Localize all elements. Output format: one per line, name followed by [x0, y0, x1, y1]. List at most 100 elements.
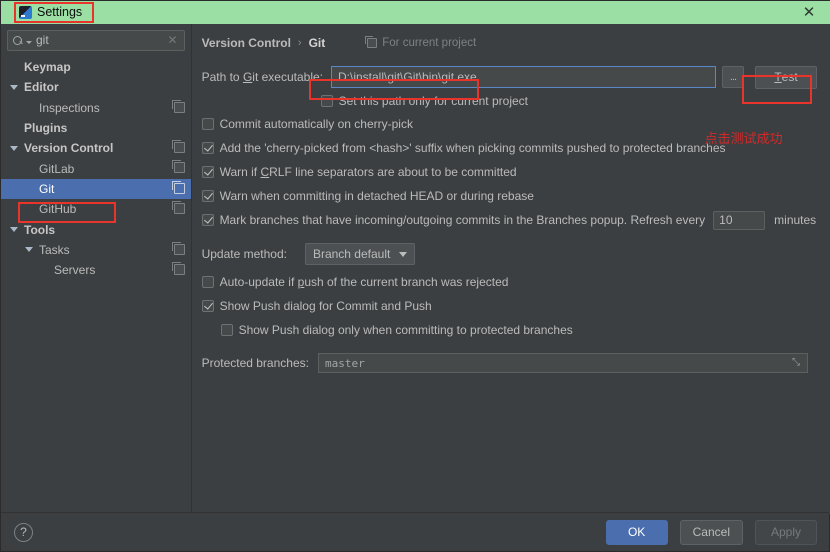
breadcrumb: Version Control › Git For current projec…	[202, 34, 817, 52]
show-push-dialog-checkbox[interactable]	[201, 300, 214, 312]
intellij-app-icon	[19, 5, 32, 19]
protected-branches-row: Protected branches: master ⤡	[202, 352, 817, 374]
refresh-interval-input[interactable]: 10	[713, 210, 766, 230]
show-push-dialog-protected-checkbox[interactable]	[220, 324, 233, 336]
sidebar-item-label: Keymap	[24, 60, 71, 75]
title-bar: Settings ✕	[1, 1, 830, 24]
sidebar-item-label: Inspections	[39, 100, 100, 115]
set-path-only-row: Set this path only for current project	[320, 94, 817, 108]
project-scope-icon	[171, 261, 185, 275]
git-option-label: Warn if CRLF line separators are about t…	[219, 165, 517, 179]
project-scope-icon	[171, 180, 185, 194]
test-button[interactable]: Test	[755, 65, 817, 89]
browse-button[interactable]: ...	[722, 66, 744, 88]
sidebar-item-tools[interactable]: Tools	[1, 219, 191, 239]
breadcrumb-current: Git	[308, 36, 326, 50]
show-push-dialog-row: Show Push dialog for Commit and Push	[201, 298, 817, 314]
git-option-checkbox[interactable]	[201, 118, 214, 130]
breadcrumb-separator: ›	[297, 37, 302, 49]
sidebar-item-tasks[interactable]: Tasks	[1, 240, 191, 260]
cancel-button[interactable]: Cancel	[679, 519, 743, 545]
git-executable-input[interactable]: D:\install\git\Git\bin\git.exe	[331, 66, 716, 88]
sidebar-item-inspections[interactable]: Inspections	[1, 98, 191, 118]
protected-branches-input[interactable]: master ⤡	[317, 353, 808, 373]
sidebar-item-label: Tasks	[39, 242, 70, 257]
git-option-checkbox[interactable]	[201, 166, 214, 178]
for-current-project: For current project	[365, 36, 477, 49]
sidebar-item-label: GitHub	[39, 202, 77, 217]
git-option-label: Warn when committing in detached HEAD or…	[219, 189, 534, 203]
settings-tree: Keymap Editor Inspections Plugins Version Co…	[1, 57, 191, 280]
sidebar-item-editor[interactable]: Editor	[1, 77, 191, 97]
auto-update-label: Auto-update if push of the current branc…	[219, 275, 509, 289]
project-scope-icon	[171, 160, 185, 174]
sidebar-item-label: Plugins	[24, 121, 68, 136]
chevron-down-icon	[398, 251, 407, 257]
sidebar-item-label: Editor	[24, 80, 59, 95]
git-option-label: Add the 'cherry-picked from <hash>' suff…	[219, 141, 726, 155]
sidebar-item-label: Servers	[54, 263, 96, 278]
title-highlight-box: Settings	[14, 2, 95, 23]
mark-branches-label: Mark branches that have incoming/outgoin…	[219, 213, 706, 227]
sidebar-item-version-control[interactable]: Version Control	[1, 138, 191, 158]
mark-branches-row: Mark branches that have incoming/outgoin…	[201, 210, 817, 230]
set-path-only-label: Set this path only for current project	[338, 94, 528, 108]
help-button[interactable]: ?	[14, 522, 33, 542]
auto-update-checkbox[interactable]	[201, 276, 214, 288]
path-to-git-label: Path to Git executable:	[201, 70, 323, 84]
window-title: Settings	[37, 5, 83, 19]
breadcrumb-parent[interactable]: Version Control	[202, 36, 291, 50]
mark-branches-checkbox[interactable]	[201, 214, 214, 226]
protected-branches-value: master	[324, 356, 365, 370]
git-option-row: Warn when committing in detached HEAD or…	[201, 188, 817, 204]
settings-dialog: Settings ✕ git ✕ Keymap Editor Inspections…	[0, 0, 830, 552]
dialog-footer: ? OK Cancel Apply	[1, 512, 829, 551]
git-executable-row: Path to Git executable: D:\install\git\G…	[202, 65, 817, 89]
git-option-checkbox[interactable]	[201, 190, 214, 202]
show-push-dialog-protected-label: Show Push dialog only when committing to…	[238, 323, 573, 337]
sidebar-item-git[interactable]: Git	[1, 178, 191, 200]
sidebar-item-label: Tools	[24, 222, 56, 237]
apply-button[interactable]: Apply	[755, 519, 817, 545]
git-option-row: Warn if CRLF line separators are about t…	[201, 164, 817, 180]
search-input[interactable]: git ✕	[7, 30, 185, 51]
for-current-project-label: For current project	[382, 37, 477, 49]
sidebar-item-plugins[interactable]: Plugins	[1, 118, 191, 138]
git-executable-value: D:\install\git\Git\bin\git.exe	[338, 70, 477, 84]
sidebar-item-label: GitLab	[39, 161, 75, 176]
sidebar-item-label: Version Control	[24, 141, 114, 156]
set-path-only-checkbox[interactable]	[320, 95, 333, 107]
protected-branches-label: Protected branches:	[201, 356, 309, 370]
sidebar-item-gitlab[interactable]: GitLab	[1, 158, 191, 178]
project-scope-icon	[171, 241, 185, 255]
chevron-down-icon[interactable]	[10, 227, 18, 233]
git-option-label: Commit automatically on cherry-pick	[219, 117, 413, 131]
auto-update-row: Auto-update if push of the current branc…	[201, 274, 817, 290]
project-scope-icon	[171, 201, 185, 215]
update-method-select[interactable]: Branch default	[304, 243, 415, 265]
git-option-checkbox[interactable]	[201, 142, 214, 154]
show-push-dialog-label: Show Push dialog for Commit and Push	[219, 299, 432, 313]
dialog-body: git ✕ Keymap Editor Inspections Plugins Vers…	[1, 24, 830, 514]
sidebar-item-keymap[interactable]: Keymap	[1, 57, 191, 77]
clear-search-icon[interactable]: ✕	[168, 31, 179, 50]
sidebar-item-servers[interactable]: Servers	[1, 260, 191, 280]
ok-button[interactable]: OK	[605, 519, 668, 545]
update-method-label: Update method:	[201, 247, 287, 261]
search-value: git	[36, 33, 49, 47]
project-scope-icon	[171, 140, 185, 154]
git-settings-panel: Version Control › Git For current projec…	[191, 24, 830, 514]
expand-icon[interactable]: ⤡	[792, 358, 802, 368]
search-container: git ✕	[1, 24, 191, 51]
close-icon[interactable]: ✕	[801, 5, 817, 21]
chevron-down-icon[interactable]	[10, 84, 18, 90]
update-method-value: Branch default	[312, 247, 391, 261]
sidebar-item-github[interactable]: GitHub	[1, 199, 191, 219]
show-push-dialog-protected-row: Show Push dialog only when committing to…	[220, 322, 817, 338]
chevron-down-icon[interactable]	[25, 247, 33, 253]
refresh-interval-unit: minutes	[774, 213, 817, 227]
search-icon	[13, 35, 24, 46]
chevron-down-icon[interactable]	[10, 145, 18, 151]
settings-sidebar: git ✕ Keymap Editor Inspections Plugins Vers…	[1, 24, 192, 514]
chevron-down-icon[interactable]	[26, 40, 32, 44]
